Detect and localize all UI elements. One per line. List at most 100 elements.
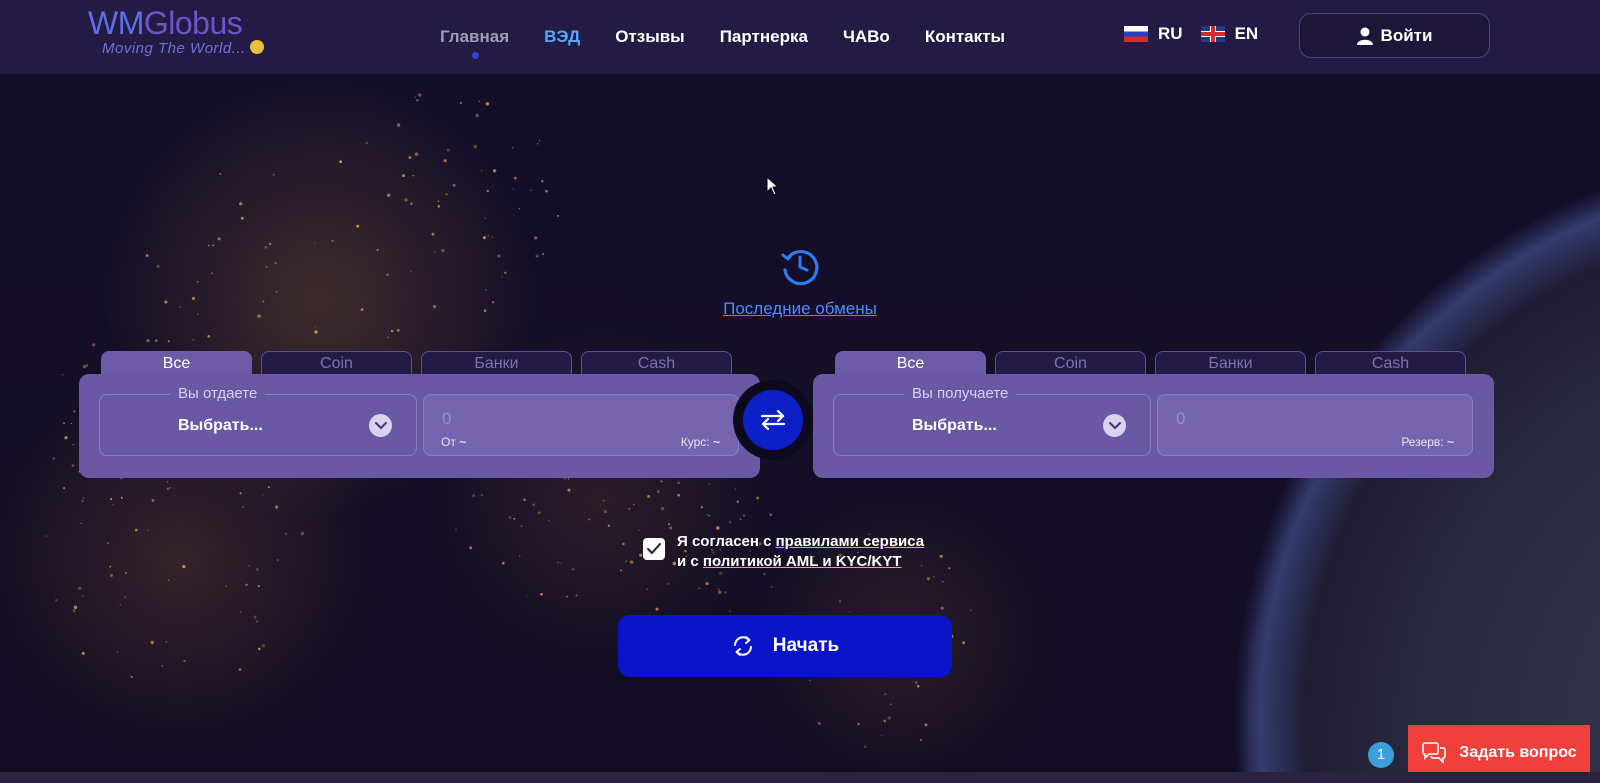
city-light: [154, 339, 158, 342]
city-light: [437, 205, 441, 208]
city-light: [491, 301, 495, 304]
city-light: [540, 592, 543, 596]
city-light: [182, 564, 186, 569]
city-light: [838, 600, 842, 603]
city-light: [437, 200, 440, 203]
city-light: [857, 722, 860, 726]
city-light: [677, 493, 680, 497]
logo[interactable]: WMGlobus Moving The World...: [88, 6, 264, 57]
city-light: [119, 604, 121, 606]
city-light: [769, 513, 772, 516]
city-light: [729, 521, 731, 523]
rules-link[interactable]: правилами сервиса: [776, 533, 925, 550]
city-light: [607, 524, 610, 527]
city-light: [881, 734, 883, 737]
city-light: [491, 236, 494, 238]
receive-legend: Вы получаете: [904, 385, 1017, 402]
city-light: [519, 555, 521, 557]
login-button[interactable]: Войти: [1299, 13, 1490, 58]
city-light: [511, 146, 514, 149]
city-light: [81, 651, 85, 655]
give-amount-input[interactable]: 0 От ~ Курс: ~: [423, 394, 739, 456]
city-light: [81, 500, 84, 503]
city-light: [124, 571, 128, 575]
city-light: [724, 591, 727, 594]
city-light: [484, 288, 487, 291]
start-button[interactable]: Начать: [618, 615, 952, 677]
city-light: [376, 248, 379, 252]
refresh-icon: [733, 636, 752, 656]
city-light: [962, 641, 966, 645]
city-light: [61, 373, 64, 376]
city-light: [166, 481, 169, 483]
logo-brand-a: WM: [88, 5, 144, 41]
bottom-strip: [0, 772, 1600, 783]
city-light: [262, 300, 265, 303]
city-light: [487, 234, 490, 237]
city-light: [660, 480, 663, 483]
city-light: [82, 595, 84, 597]
city-light: [197, 313, 199, 315]
recent-exchanges-link[interactable]: Последние обмены: [700, 299, 900, 319]
city-light: [256, 620, 259, 623]
city-light: [390, 329, 394, 333]
city-light: [272, 173, 275, 176]
give-currency-select[interactable]: Вы отдаете Выбрать...: [99, 385, 417, 456]
city-light: [520, 525, 523, 528]
receive-currency-select[interactable]: Вы получаете Выбрать...: [833, 385, 1151, 456]
swap-button[interactable]: [743, 390, 803, 450]
city-light: [267, 486, 270, 489]
city-light: [225, 585, 228, 587]
agree-checkbox[interactable]: [643, 538, 665, 560]
receive-panel: Вы получаете Выбрать... 0 Резерв: ~: [813, 374, 1494, 478]
city-light: [716, 526, 720, 530]
lang-ru[interactable]: RU: [1124, 24, 1183, 44]
recent-exchanges[interactable]: Последние обмены: [700, 246, 900, 319]
city-light: [492, 169, 497, 173]
give-legend: Вы отдаете: [170, 385, 266, 402]
city-light: [179, 306, 182, 308]
city-light: [645, 588, 649, 591]
city-light: [219, 173, 222, 175]
chevron-down-icon: [369, 414, 392, 437]
city-light: [940, 606, 944, 610]
city-light: [168, 579, 170, 581]
logo-brand-b: Globus: [143, 5, 243, 41]
nav-partners[interactable]: Партнерка: [720, 27, 808, 47]
receive-amount-input[interactable]: 0 Резерв: ~: [1157, 394, 1473, 456]
city-light: [632, 503, 635, 506]
city-light: [541, 180, 544, 183]
city-light: [78, 586, 82, 590]
nav-ved[interactable]: ВЭД: [544, 27, 580, 47]
city-light: [628, 508, 631, 510]
ask-label: Задать вопрос: [1459, 744, 1577, 761]
notification-badge[interactable]: 1: [1368, 742, 1394, 768]
nav-contacts[interactable]: Контакты: [925, 27, 1005, 47]
city-light: [669, 526, 673, 530]
city-light: [566, 595, 568, 598]
receive-select-value: Выбрать...: [912, 417, 997, 434]
city-light: [124, 596, 127, 599]
nav-home[interactable]: Главная: [440, 27, 509, 59]
city-light: [948, 567, 951, 570]
chevron-down-icon: [1103, 414, 1126, 437]
lang-en[interactable]: EN: [1200, 24, 1259, 44]
city-light: [455, 528, 457, 531]
city-light: [698, 587, 700, 589]
city-light: [621, 542, 625, 546]
nav-reviews[interactable]: Отзывы: [615, 27, 685, 47]
city-light: [919, 739, 922, 741]
city-light: [264, 245, 268, 249]
city-light: [848, 611, 851, 613]
nav-faq[interactable]: ЧАВо: [843, 27, 890, 47]
city-light: [386, 273, 389, 276]
lang-en-label: EN: [1234, 24, 1259, 43]
city-light: [639, 553, 643, 557]
city-light: [414, 96, 416, 99]
city-light: [71, 464, 75, 467]
city-light: [486, 189, 489, 193]
city-light: [926, 577, 931, 581]
policy-link[interactable]: политикой AML и KYC/KYT: [703, 553, 902, 570]
city-light: [602, 499, 605, 502]
city-light: [545, 189, 548, 193]
